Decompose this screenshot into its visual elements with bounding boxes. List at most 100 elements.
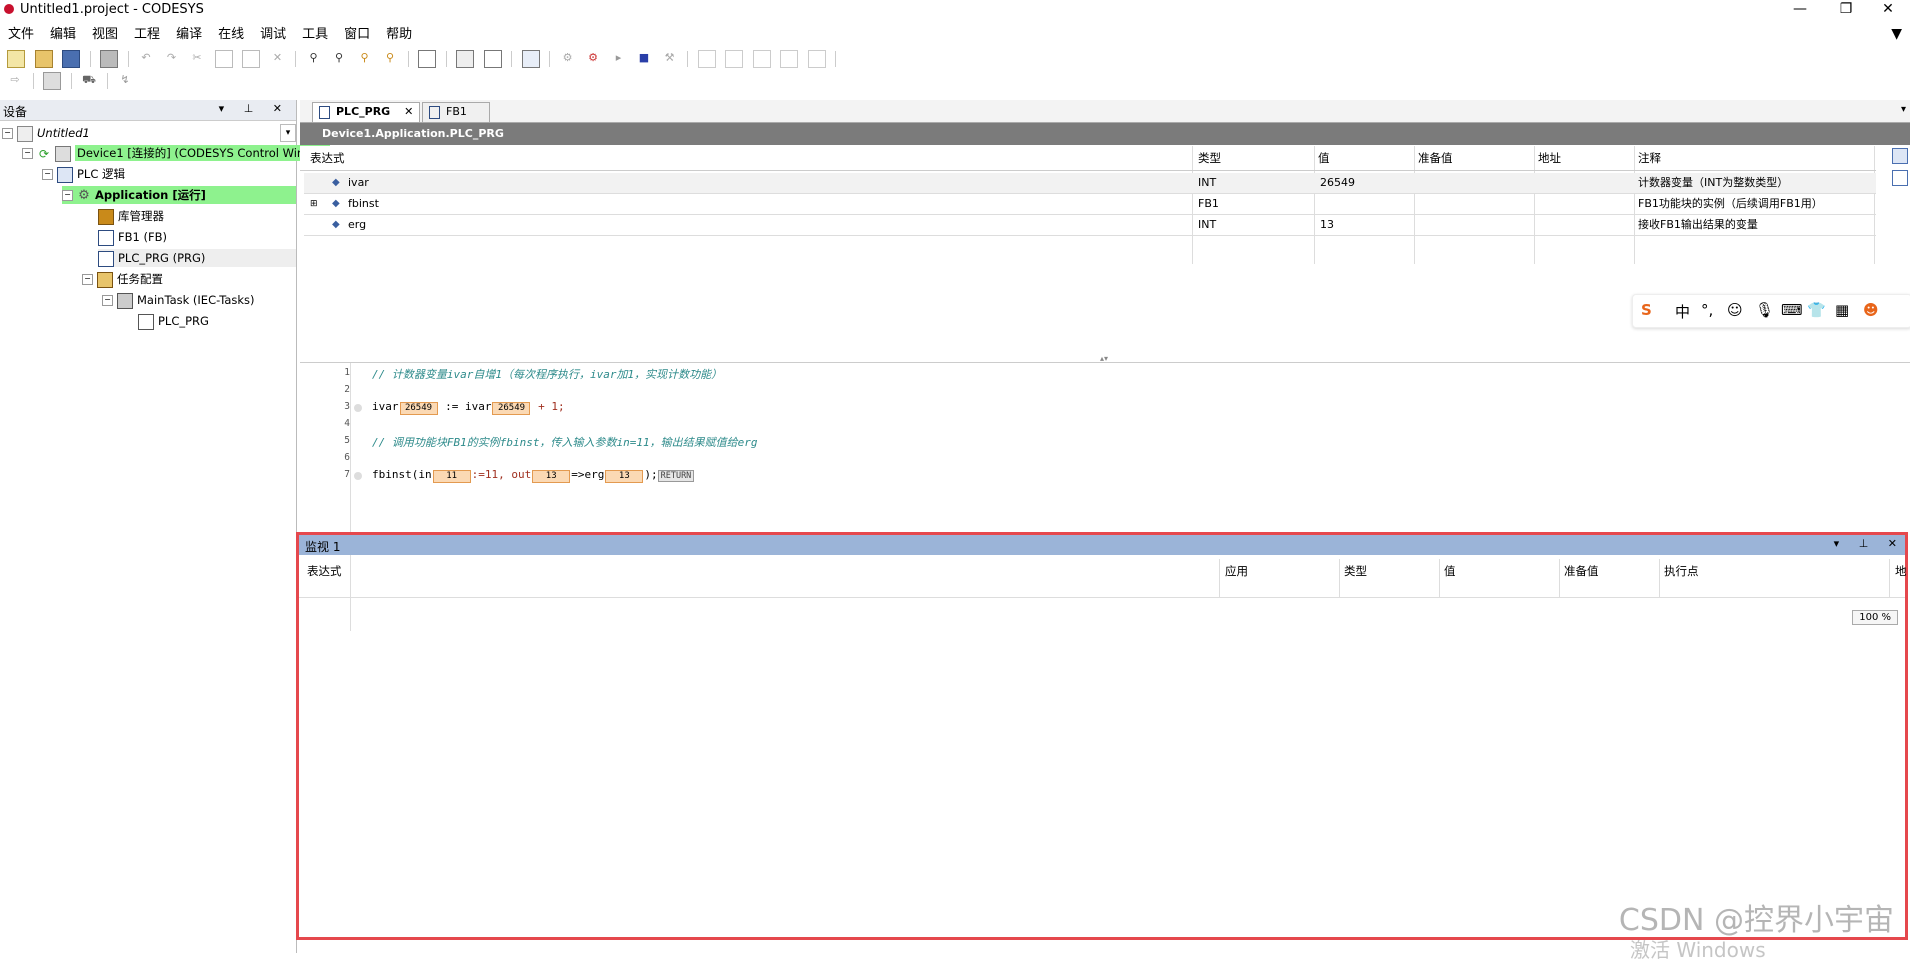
unforce-icon[interactable]: ↯: [117, 73, 133, 89]
step-over-icon[interactable]: [697, 50, 716, 68]
menu-debug[interactable]: 调试: [252, 24, 294, 44]
menu-build[interactable]: 编译: [168, 24, 210, 44]
menu-project[interactable]: 工程: [126, 24, 168, 44]
tree-item-plc-logic[interactable]: − PLC 逻辑: [42, 165, 125, 183]
declaration-view-icon[interactable]: [1892, 148, 1908, 164]
window-icon[interactable]: [418, 50, 436, 68]
force-values-icon[interactable]: ⛟: [81, 73, 97, 89]
tab-list-dropdown-icon[interactable]: ▾: [1901, 104, 1906, 115]
step-into-icon[interactable]: [725, 50, 743, 68]
reset-icon[interactable]: ⚒: [662, 51, 678, 67]
open-folder-icon[interactable]: [34, 50, 53, 68]
menu-file[interactable]: 文件: [0, 24, 42, 44]
redo-icon[interactable]: ↷: [164, 51, 180, 67]
table-row[interactable]: ⊞ ◆ fbinst FB1 FB1功能块的实例（后续调用FB1用）: [304, 194, 1876, 215]
menu-window[interactable]: 窗口: [336, 24, 378, 44]
collapse-icon[interactable]: −: [62, 190, 73, 201]
print-icon[interactable]: [100, 50, 118, 68]
breakpoint-marker[interactable]: [354, 472, 362, 480]
new-file-icon[interactable]: [7, 50, 25, 68]
copy-icon[interactable]: [214, 50, 233, 68]
show-current-statement-icon[interactable]: ⇨: [7, 73, 23, 89]
add-object-icon[interactable]: [456, 50, 474, 68]
table-row[interactable]: ◆ ivar INT 26549 计数器变量（INT为整数类型）: [304, 173, 1876, 194]
build-icon[interactable]: [521, 50, 540, 68]
tree-item-task-config[interactable]: − 任务配置: [82, 270, 163, 288]
write-values-icon[interactable]: [43, 72, 61, 90]
variable-icon: ◆: [332, 219, 340, 230]
collapse-icon[interactable]: −: [82, 274, 93, 285]
start-icon[interactable]: ▸: [611, 51, 627, 67]
save-icon[interactable]: [62, 50, 80, 68]
col-address: 地址: [1538, 151, 1561, 165]
tab-plc-prg[interactable]: PLC_PRG ✕: [312, 102, 421, 122]
close-button[interactable]: ✕: [1868, 0, 1908, 20]
microphone-icon[interactable]: 🎙: [1755, 301, 1774, 319]
code-line-7: fbinst(in 11:=11, out 13 =>erg 13); RETURN: [372, 468, 695, 483]
replace-in-project-icon[interactable]: ⚲: [382, 51, 398, 67]
menu-tools[interactable]: 工具: [294, 24, 336, 44]
tree-scroll-dropdown[interactable]: ▾: [280, 124, 296, 142]
tree-item-application[interactable]: − ⚙ Application [运行]: [62, 186, 296, 204]
table-row[interactable]: ◆ erg INT 13 接收FB1输出结果的变量: [304, 215, 1876, 236]
task-config-icon: [97, 271, 113, 288]
return-marker: RETURN: [657, 470, 695, 482]
tab-close-icon[interactable]: ✕: [404, 105, 413, 118]
tab-fb1[interactable]: FB1: [422, 102, 490, 122]
ime-mode-toggle[interactable]: 中: [1675, 301, 1690, 322]
col-execution-point: 执行点: [1664, 564, 1699, 578]
col-address-truncated: 地: [1895, 564, 1907, 578]
menu-help[interactable]: 帮助: [378, 24, 420, 44]
tree-item-plc-prg[interactable]: PLC_PRG (PRG): [98, 249, 296, 267]
collapse-icon[interactable]: −: [2, 128, 13, 139]
menu-view[interactable]: 视图: [84, 24, 126, 44]
collapse-icon[interactable]: −: [42, 169, 53, 180]
monitor-value[interactable]: 13: [605, 470, 644, 483]
ime-mascot-icon[interactable]: ☻: [1863, 301, 1879, 319]
skin-icon[interactable]: 👕: [1807, 301, 1826, 319]
expand-icon[interactable]: ⊞: [310, 194, 318, 214]
toolbox-icon[interactable]: ▦: [1835, 301, 1849, 319]
delete-icon[interactable]: ✕: [270, 51, 286, 67]
sogou-logo-icon[interactable]: S: [1641, 301, 1652, 319]
application-gear-icon: ⚙: [78, 187, 90, 203]
panel-header-icons[interactable]: ▾ ⊥ ✕: [219, 102, 290, 115]
filter-icon[interactable]: ▼: [1891, 26, 1902, 42]
find-in-project-icon[interactable]: ⚲: [357, 51, 373, 67]
set-next-statement-icon[interactable]: [807, 50, 826, 68]
menu-edit[interactable]: 编辑: [42, 24, 84, 44]
tree-item-device[interactable]: − ⟳ Device1 [连接的] (CODESYS Control Win V3): [22, 144, 330, 162]
tree-item-maintask[interactable]: − MainTask (IEC-Tasks): [102, 291, 255, 309]
export-icon[interactable]: [483, 50, 502, 68]
undo-icon[interactable]: ↶: [138, 51, 154, 67]
step-out-icon[interactable]: [752, 50, 771, 68]
maximize-button[interactable]: ❐: [1826, 0, 1866, 20]
find-icon[interactable]: ⚲: [306, 51, 322, 67]
replace-icon[interactable]: ⚲: [331, 51, 347, 67]
punctuation-icon[interactable]: °,: [1701, 301, 1713, 319]
monitor-value[interactable]: 11: [432, 470, 471, 483]
emoji-icon[interactable]: ☺: [1727, 301, 1743, 319]
logout-icon[interactable]: ⚙: [585, 51, 601, 67]
tree-item-maintask-plc-prg[interactable]: PLC_PRG: [138, 312, 209, 330]
tree-item-library-manager[interactable]: 库管理器: [98, 207, 164, 225]
monitor-value[interactable]: 26549: [399, 402, 438, 415]
breakpoint-marker[interactable]: [354, 404, 362, 412]
devices-panel-header: 设备 ▾ ⊥ ✕: [0, 100, 296, 121]
panel-header-icons[interactable]: ▾ ⊥ ✕: [1834, 537, 1905, 550]
minimize-button[interactable]: —: [1780, 0, 1820, 20]
tree-item-project[interactable]: − Untitled1: [2, 124, 90, 142]
paste-icon[interactable]: [242, 50, 260, 68]
tree-item-fb1[interactable]: FB1 (FB): [98, 228, 167, 246]
login-icon[interactable]: ⚙: [560, 51, 576, 67]
run-to-cursor-icon[interactable]: [780, 50, 798, 68]
collapse-icon[interactable]: −: [102, 295, 113, 306]
monitor-value[interactable]: 13: [532, 470, 571, 483]
monitor-value[interactable]: 26549: [492, 402, 531, 415]
textual-view-icon[interactable]: [1892, 170, 1908, 186]
cut-icon[interactable]: ✂: [189, 51, 205, 67]
menu-online[interactable]: 在线: [210, 24, 252, 44]
stop-icon[interactable]: ■: [636, 51, 652, 67]
collapse-icon[interactable]: −: [22, 148, 33, 159]
keyboard-icon[interactable]: ⌨: [1781, 301, 1803, 319]
